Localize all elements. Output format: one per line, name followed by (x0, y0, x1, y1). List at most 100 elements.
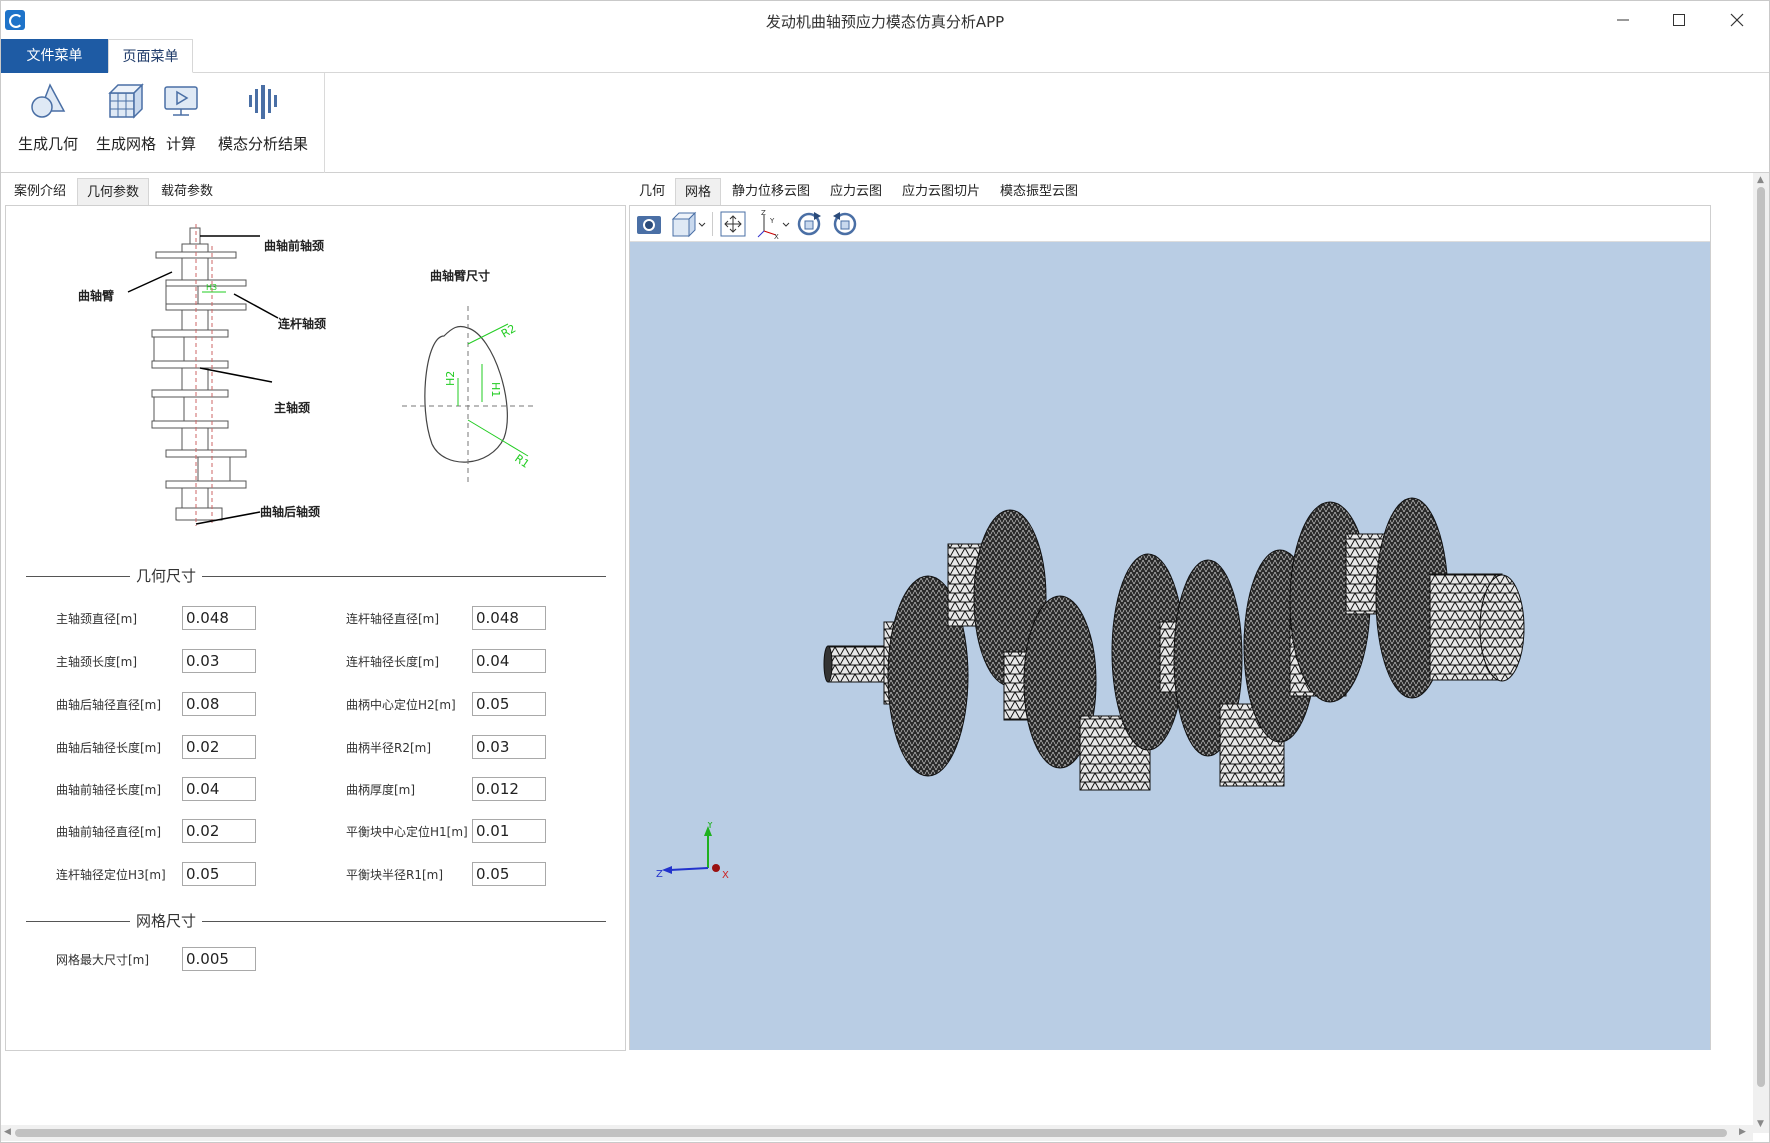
conrod-journal-length-input[interactable]: 0.04 (472, 649, 546, 673)
crank-thickness-input[interactable]: 0.012 (472, 777, 546, 801)
rear-journal-length-input[interactable]: 0.02 (182, 735, 256, 759)
ribbon-body: 生成几何 生成网格 计算 模态分析结果 (1, 73, 1769, 173)
param-label: 主轴颈直径[m] (56, 612, 138, 626)
fit-view-icon[interactable] (718, 209, 748, 239)
svg-text:Z: Z (761, 209, 766, 217)
param-label: 曲轴前轴径长度[m] (56, 783, 162, 797)
minimize-button[interactable] (1593, 1, 1653, 39)
toolbar-separator (712, 212, 713, 236)
main-journal-length-input[interactable]: 0.03 (182, 649, 256, 673)
param-label: 曲柄半径R2[m] (346, 741, 432, 755)
diagram-front-journal-label: 曲轴前轴颈 (264, 238, 324, 253)
rear-journal-diameter-input[interactable]: 0.08 (182, 692, 256, 716)
minimize-icon (1617, 19, 1629, 21)
tab-case-intro[interactable]: 案例介绍 (5, 178, 75, 205)
scroll-left-icon[interactable]: ◀ (4, 1127, 11, 1137)
title-bar: 发动机曲轴预应力模态仿真分析APP (1, 1, 1769, 39)
horizontal-scrollbar[interactable]: ◀ ▶ (1, 1125, 1753, 1141)
mesh-icon (108, 83, 144, 119)
modal-results-icon (249, 85, 277, 119)
param-label: 连杆轴径定位H3[m] (56, 868, 166, 882)
triad-z-label: Z (656, 869, 663, 880)
axis-triad: Y Z X (656, 822, 729, 881)
tab-mode-shape[interactable]: 模态振型云图 (991, 178, 1087, 205)
geometry-params-panel: H3 曲轴前轴颈 曲轴臂 连杆轴颈 主轴颈 曲轴后轴颈 曲轴臂尺寸 R2 R1 … (5, 205, 626, 1051)
scroll-down-icon[interactable]: ▼ (1757, 1119, 1764, 1129)
compute-label: 计算 (165, 135, 196, 153)
conrod-h3-input[interactable]: 0.05 (182, 862, 256, 886)
mesh-section-divider (26, 921, 606, 922)
diagram-conrod-journal-label: 连杆轴颈 (278, 316, 326, 331)
horizontal-scroll-thumb[interactable] (15, 1129, 1727, 1137)
param-label: 主轴颈长度[m] (56, 655, 138, 669)
ribbon-tab-bar: 文件菜单 页面菜单 (1, 39, 1769, 73)
app-window: 发动机曲轴预应力模态仿真分析APP 文件菜单 页面菜单 生成几何 生成网格 计算… (0, 0, 1770, 1143)
param-label: 曲轴后轴径长度[m] (56, 741, 162, 755)
modal-results-label: 模态分析结果 (217, 135, 308, 153)
counterweight-h1-input[interactable]: 0.01 (472, 819, 546, 843)
axes-icon[interactable]: ZY X (754, 209, 792, 239)
generate-mesh-button[interactable]: 生成网格 (93, 81, 159, 154)
geometry-icon (31, 83, 66, 118)
param-label: 连杆轴径长度[m] (346, 655, 440, 669)
mesh-viewport[interactable]: Y Z X (630, 242, 1710, 1050)
maximize-button[interactable] (1649, 1, 1709, 39)
crank-center-h2-input[interactable]: 0.05 (472, 692, 546, 716)
diagram-r2-label: R2 (499, 322, 518, 341)
mesh-section-title: 网格尺寸 (130, 910, 203, 931)
rotate-ccw-icon[interactable] (830, 209, 860, 239)
tab-stress[interactable]: 应力云图 (821, 178, 891, 205)
generate-mesh-label: 生成网格 (95, 135, 156, 153)
scroll-up-icon[interactable]: ▲ (1757, 175, 1764, 185)
right-tab-bar: 几何 网格 静力位移云图 应力云图 应力云图切片 模态振型云图 (631, 178, 1531, 205)
modal-results-button[interactable]: 模态分析结果 (215, 81, 311, 154)
counterweight-r1-input[interactable]: 0.05 (472, 862, 546, 886)
param-label: 曲轴后轴径直径[m] (56, 698, 162, 712)
tab-geometry[interactable]: 几何 (631, 178, 673, 205)
front-journal-length-input[interactable]: 0.04 (182, 777, 256, 801)
left-tab-bar: 案例介绍 几何参数 载荷参数 (5, 178, 625, 205)
close-icon (1730, 13, 1744, 27)
svg-text:X: X (774, 233, 779, 239)
geometry-section-title: 几何尺寸 (130, 565, 203, 586)
tab-file-menu[interactable]: 文件菜单 (1, 39, 108, 73)
tab-page-menu[interactable]: 页面菜单 (108, 39, 193, 73)
tab-static-displacement[interactable]: 静力位移云图 (723, 178, 819, 205)
crankshaft-diagram: H3 曲轴前轴颈 曲轴臂 连杆轴颈 主轴颈 曲轴后轴颈 曲轴臂尺寸 R2 R1 … (78, 224, 536, 526)
window-title: 发动机曲轴预应力模态仿真分析APP (765, 13, 1005, 31)
scroll-right-icon[interactable]: ▶ (1739, 1127, 1746, 1137)
tab-load-params[interactable]: 载荷参数 (151, 178, 223, 205)
main-journal-diameter-input[interactable]: 0.048 (182, 606, 256, 630)
vertical-scrollbar[interactable]: ▲ ▼ (1753, 173, 1769, 1133)
front-journal-diameter-input[interactable]: 0.02 (182, 819, 256, 843)
mesh-view-panel: ZYX Y Z X (629, 205, 1711, 1050)
diagram-rear-journal-label: 曲轴后轴颈 (260, 504, 320, 519)
tab-geometry-params[interactable]: 几何参数 (77, 178, 149, 205)
param-label: 曲轴前轴径直径[m] (56, 825, 162, 839)
maximize-icon (1673, 14, 1685, 26)
crankshaft-mesh-model (823, 497, 1525, 791)
diagram-main-journal-label: 主轴颈 (274, 400, 310, 415)
vertical-scroll-thumb[interactable] (1757, 187, 1765, 1087)
compute-button[interactable]: 计算 (161, 81, 201, 154)
diagram-h2-label: H2 (444, 371, 457, 386)
svg-text:Y: Y (769, 217, 775, 225)
view-cube-icon[interactable] (670, 209, 708, 239)
generate-geometry-button[interactable]: 生成几何 (15, 81, 81, 154)
camera-icon[interactable] (634, 209, 664, 239)
conrod-journal-diameter-input[interactable]: 0.048 (472, 606, 546, 630)
tab-mesh[interactable]: 网格 (675, 178, 721, 205)
diagram-h1-label: H1 (489, 382, 502, 397)
param-label: 连杆轴径直径[m] (346, 612, 440, 626)
param-label: 曲柄中心定位H2[m] (346, 698, 456, 712)
tab-stress-slice[interactable]: 应力云图切片 (893, 178, 989, 205)
mesh-max-size-input[interactable]: 0.005 (182, 947, 256, 971)
close-button[interactable] (1707, 1, 1767, 39)
crank-radius-r2-input[interactable]: 0.03 (472, 735, 546, 759)
geometry-section-divider (26, 576, 606, 577)
param-label: 平衡块中心定位H1[m] (346, 825, 468, 839)
triad-x-label: X (722, 870, 729, 881)
rotate-cw-icon[interactable] (794, 209, 824, 239)
param-label: 网格最大尺寸[m] (56, 953, 150, 967)
diagram-arm-size-title: 曲轴臂尺寸 (430, 268, 490, 283)
